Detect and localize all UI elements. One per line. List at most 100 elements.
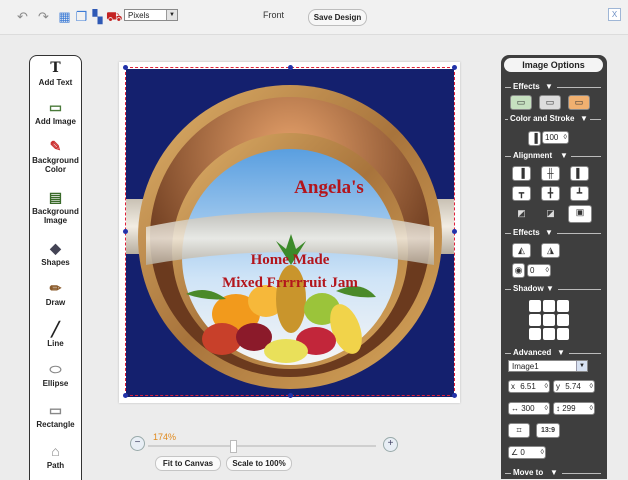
flip-horizontal-icon[interactable]: ◭	[512, 243, 531, 258]
crop-icon[interactable]: ⌗	[508, 423, 530, 438]
zoom-slider-track[interactable]	[148, 445, 376, 447]
resize-handle[interactable]	[452, 393, 457, 398]
tool-add-text[interactable]: T Add Text	[30, 60, 81, 87]
resize-handle[interactable]	[452, 65, 457, 70]
rectangle-icon: ▭	[48, 402, 63, 418]
chevron-down-icon: ▼	[580, 114, 588, 123]
close-button[interactable]: X	[608, 8, 621, 21]
zoom-out-icon[interactable]: −	[130, 436, 145, 451]
resize-handle[interactable]	[288, 65, 293, 70]
opacity-icon: ▐	[528, 131, 541, 146]
fit-to-canvas-button[interactable]: Fit to Canvas	[155, 456, 221, 471]
path-icon: ⌂	[51, 443, 60, 459]
tool-rectangle[interactable]: ▭ Rectangle	[30, 402, 81, 429]
undo-icon[interactable]: ↶	[15, 9, 30, 24]
y-position-input[interactable]: y 5.74 ◊	[553, 380, 595, 393]
effect-sepia-icon[interactable]: ▭	[568, 95, 590, 110]
width-input[interactable]: ↔ 300 ◊	[508, 402, 550, 415]
zoom-slider-thumb[interactable]	[230, 440, 237, 453]
units-select[interactable]: Pixels ▼	[124, 9, 178, 21]
chevron-down-icon: ▼	[166, 10, 177, 20]
resize-handle[interactable]	[452, 229, 457, 234]
redo-icon[interactable]: ↷	[36, 9, 51, 24]
opacity-input[interactable]: 100 ◊	[542, 131, 569, 144]
zoom-in-icon[interactable]: +	[383, 437, 398, 452]
align-middle-icon[interactable]: ╋	[541, 186, 560, 201]
layer-select[interactable]: Image1 ▼	[508, 360, 588, 372]
shadow-grid[interactable]	[529, 300, 569, 340]
rotate-icon: ◉	[512, 263, 525, 278]
layers-icon[interactable]: ❐	[74, 9, 89, 24]
ellipse-icon: ⬭	[49, 361, 62, 377]
top-toolbar: ↶ ↷ ▦ ❐ ▚ ⛟ Pixels ▼ Front Save Design X	[0, 0, 628, 35]
resize-handle[interactable]	[123, 65, 128, 70]
tool-label: Draw	[45, 298, 66, 307]
bring-forward-icon[interactable]: ◩	[512, 206, 531, 221]
tool-label: Add Text	[38, 78, 73, 87]
tool-label: Path	[46, 461, 65, 470]
chevron-down-icon: ▼	[560, 151, 568, 160]
tool-label: Line	[47, 339, 64, 348]
angle-icon: ∠	[511, 448, 519, 457]
pencil-icon: ✏	[49, 280, 62, 296]
grid-icon[interactable]: ▦	[57, 9, 72, 24]
rotate-input[interactable]: 0 ◊	[527, 264, 551, 277]
tool-label: Add Image	[35, 117, 76, 126]
aspect-ratio-button[interactable]: 13:9	[536, 423, 560, 438]
x-position-input[interactable]: x 6.51 ◊	[508, 380, 550, 393]
effect-normal-icon[interactable]: ▭	[510, 95, 532, 110]
resize-handle[interactable]	[288, 393, 293, 398]
background-image-icon: ▤	[48, 189, 63, 205]
align-right-icon[interactable]: ▌	[570, 166, 589, 181]
send-backward-icon[interactable]: ◪	[541, 206, 560, 221]
save-design-button[interactable]: Save Design	[308, 9, 367, 26]
resize-handle[interactable]	[123, 229, 128, 234]
paint-bucket-icon: ✎	[49, 138, 62, 154]
align-top-icon[interactable]: ┳	[512, 186, 531, 201]
tool-path[interactable]: ⌂ Path	[30, 443, 81, 470]
tool-label: Background Image	[32, 207, 79, 225]
zoom-percent: 174%	[153, 432, 177, 442]
side-label: Front	[263, 10, 285, 20]
chevron-down-icon: ▼	[546, 284, 554, 293]
tool-background-image[interactable]: ▤ Background Image	[30, 189, 81, 225]
tool-line[interactable]: ╱ Line	[30, 321, 81, 348]
chevron-down-icon: ▼	[545, 82, 553, 91]
tool-ellipse[interactable]: ⬭ Ellipse	[30, 361, 81, 388]
shapes-icon: ◆	[50, 240, 61, 256]
tool-label: Rectangle	[36, 420, 75, 429]
tool-label: Shapes	[41, 258, 70, 267]
tool-background-color[interactable]: ✎ Background Color	[30, 138, 81, 174]
tools-sidebar: T Add Text ▭ Add Image ✎ Background Colo…	[29, 55, 82, 480]
scale-to-100-button[interactable]: Scale to 100%	[226, 456, 292, 471]
height-icon: ↕	[556, 404, 560, 413]
flip-vertical-icon[interactable]: ◮	[541, 243, 560, 258]
effect-grayscale-icon[interactable]: ▭	[539, 95, 561, 110]
align-bottom-icon[interactable]: ┻	[570, 186, 589, 201]
text-icon: T	[50, 60, 61, 76]
tool-label: Background Color	[32, 156, 79, 174]
units-value: Pixels	[128, 11, 150, 20]
preview-icon[interactable]: ⛟	[106, 9, 122, 24]
tool-add-image[interactable]: ▭ Add Image	[30, 99, 81, 126]
tool-shapes[interactable]: ◆ Shapes	[30, 240, 81, 267]
align-center-icon[interactable]: ╫	[541, 166, 560, 181]
image-options-panel: Image Options Effects ▼ ▭ ▭ ▭ Color and …	[501, 55, 607, 479]
chevron-down-icon: ▼	[557, 348, 565, 357]
tool-label: Ellipse	[42, 379, 69, 388]
chevron-down-icon: ▼	[550, 468, 558, 477]
tool-draw[interactable]: ✏ Draw	[30, 280, 81, 307]
panel-title: Image Options	[504, 58, 603, 72]
align-left-icon[interactable]: ▐	[512, 166, 531, 181]
chevron-down-icon: ▼	[545, 228, 553, 237]
selection-outline	[125, 67, 455, 396]
line-icon: ╱	[51, 321, 60, 337]
image-icon: ▭	[48, 99, 63, 115]
resize-handle[interactable]	[123, 393, 128, 398]
height-input[interactable]: ↕ 299 ◊	[553, 402, 595, 415]
chevron-down-icon: ▼	[576, 361, 587, 371]
width-icon: ↔	[511, 404, 519, 413]
delete-icon[interactable]: ▚	[90, 9, 105, 24]
arrange-icon[interactable]: ▣	[568, 205, 592, 223]
angle-input[interactable]: ∠ 0 ◊	[508, 446, 546, 459]
